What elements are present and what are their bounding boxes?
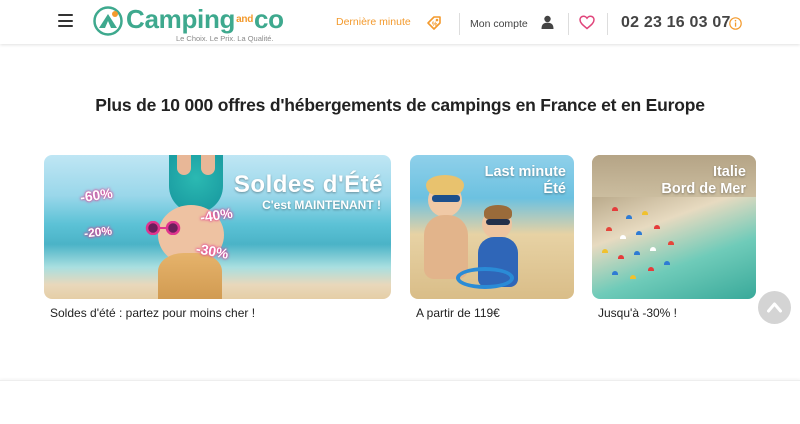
svg-text:%: % bbox=[432, 22, 438, 28]
offer-card-summer-sale[interactable]: -60% -40% -20% -30% Soldes d'Été C'est M… bbox=[44, 155, 391, 320]
chevron-up-icon bbox=[767, 302, 782, 313]
offer-caption[interactable]: Soldes d'été : partez pour moins cher ! bbox=[50, 306, 255, 320]
logo-tent-icon bbox=[93, 6, 123, 36]
offer-card-last-minute[interactable]: Last minute Été A partir de 119€ bbox=[410, 155, 574, 320]
offer-card-italy-seaside[interactable]: Italie Bord de Mer Jusqu'à -30% ! bbox=[592, 155, 756, 320]
divider bbox=[607, 13, 608, 35]
banner-subtitle: C'est MAINTENANT ! bbox=[262, 198, 381, 212]
last-minute-link[interactable]: Dernière minute bbox=[336, 16, 411, 28]
divider bbox=[459, 13, 460, 35]
logo-wordmark: Campingandco bbox=[126, 4, 284, 34]
divider bbox=[568, 13, 569, 35]
footer-section bbox=[0, 380, 800, 424]
hamburger-icon[interactable] bbox=[58, 14, 73, 27]
banner-title: Last minute Été bbox=[484, 164, 566, 197]
offer-banner-image[interactable]: Last minute Été bbox=[410, 155, 574, 299]
offer-caption[interactable]: Jusqu'à -30% ! bbox=[598, 306, 677, 320]
page-headline: Plus de 10 000 offres d'hébergements de … bbox=[95, 95, 705, 115]
offer-banner-image[interactable]: Italie Bord de Mer bbox=[592, 155, 756, 299]
offer-caption[interactable]: A partir de 119€ bbox=[416, 306, 500, 320]
banner-title: Soldes d'Été bbox=[233, 171, 383, 198]
logo-tagline: Le Choix. Le Prix. La Qualité. bbox=[176, 34, 274, 43]
tag-icon[interactable]: % bbox=[426, 15, 442, 31]
account-link[interactable]: Mon compte bbox=[470, 18, 528, 30]
offer-banner-image[interactable]: -60% -40% -20% -30% Soldes d'Été C'est M… bbox=[44, 155, 391, 299]
user-icon[interactable] bbox=[541, 15, 554, 29]
info-icon[interactable] bbox=[729, 17, 742, 30]
heart-icon[interactable] bbox=[579, 15, 595, 30]
site-header: Campingandco Le Choix. Le Prix. La Quali… bbox=[0, 0, 800, 44]
logo[interactable]: Campingandco Le Choix. Le Prix. La Quali… bbox=[93, 3, 303, 43]
discount-badge: -20% bbox=[83, 223, 113, 241]
phone-number[interactable]: 02 23 16 03 07 bbox=[621, 14, 731, 32]
banner-title: Italie Bord de Mer bbox=[661, 164, 746, 197]
scroll-to-top-button[interactable] bbox=[758, 291, 791, 324]
